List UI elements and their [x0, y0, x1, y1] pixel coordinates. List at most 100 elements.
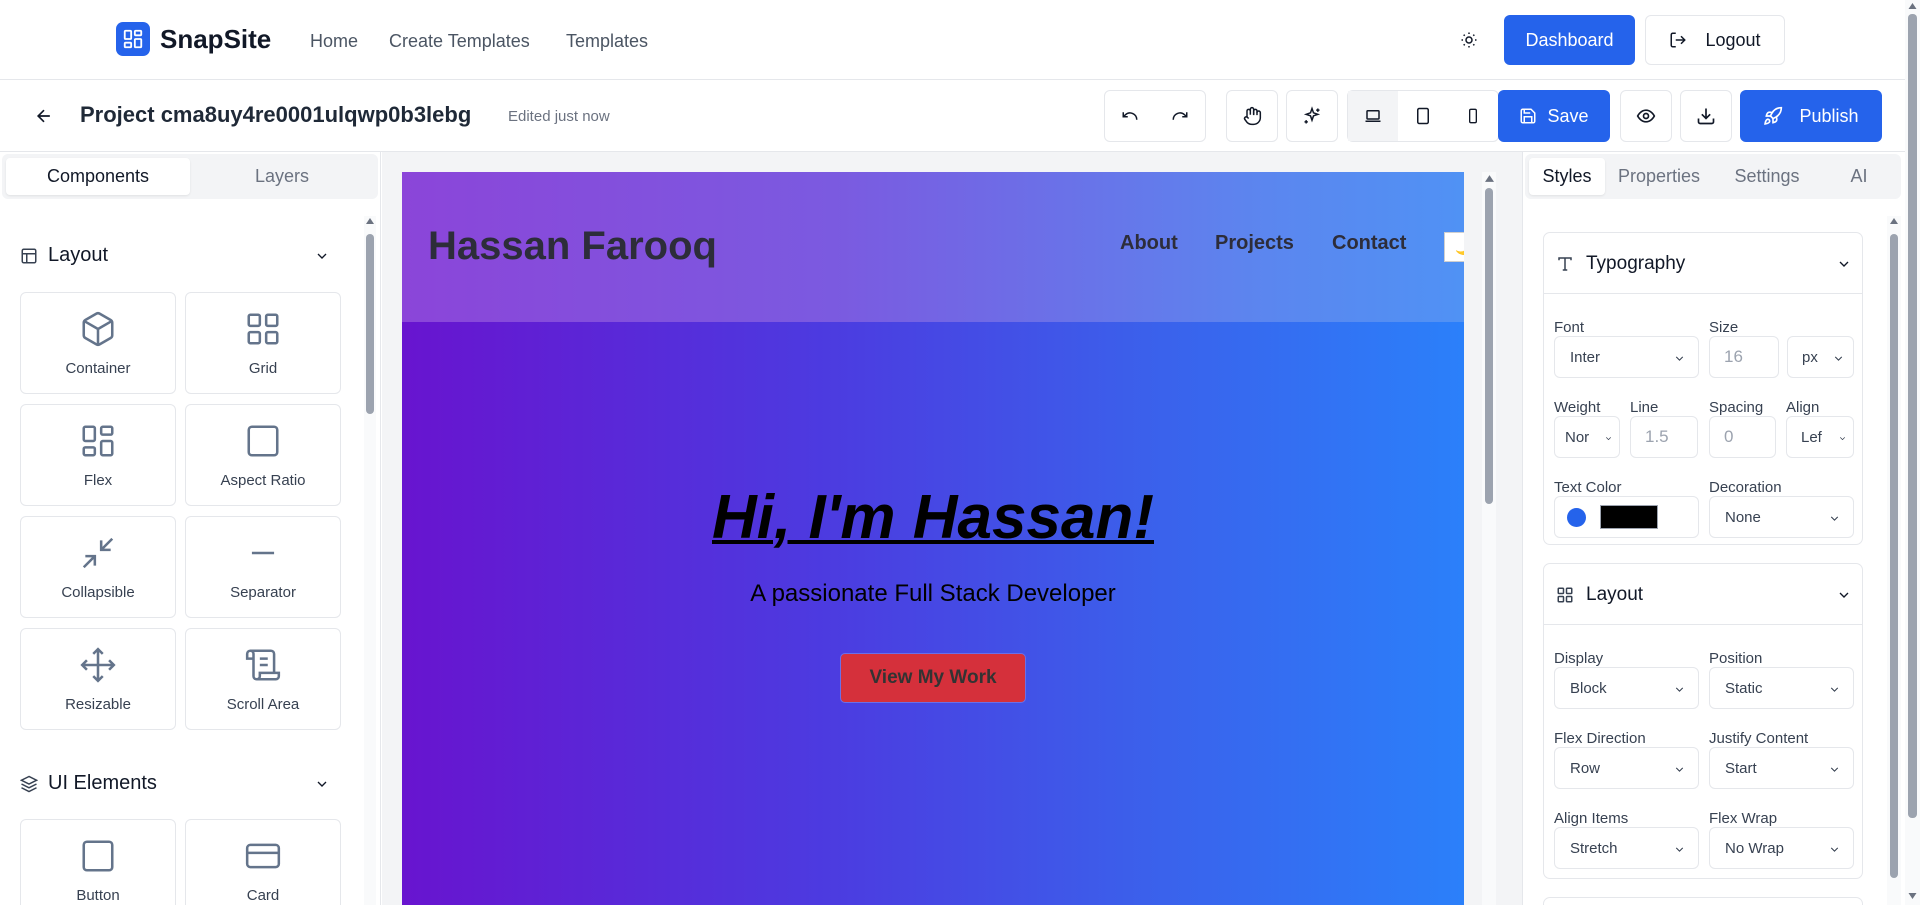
flex-wrap-select[interactable]: No Wrap: [1709, 827, 1854, 869]
app-name[interactable]: SnapSite: [160, 24, 271, 55]
right-scrollbar[interactable]: [1887, 216, 1901, 905]
chevron-down-icon: [1839, 592, 1849, 598]
hero-cta-button[interactable]: View My Work: [840, 653, 1026, 703]
nav-create-templates[interactable]: Create Templates: [389, 31, 530, 52]
ui-elements-section-header[interactable]: UI Elements: [20, 772, 330, 795]
component-grid[interactable]: Grid: [185, 292, 341, 394]
letter-spacing-input[interactable]: 0: [1709, 416, 1776, 458]
sun-icon[interactable]: [1454, 28, 1484, 52]
layout-components-grid: Container Grid Flex Aspect Ratio Collaps…: [20, 292, 341, 730]
flex-direction-select[interactable]: Row: [1554, 747, 1699, 789]
tab-layers[interactable]: Layers: [190, 158, 374, 195]
size-input[interactable]: 16: [1709, 336, 1779, 378]
weight-select[interactable]: Nor: [1554, 416, 1620, 458]
tab-settings[interactable]: Settings: [1713, 158, 1821, 195]
chevron-down-icon: [317, 781, 327, 787]
moon-icon[interactable]: 🌙: [1444, 232, 1464, 262]
component-collapsible[interactable]: Collapsible: [20, 516, 176, 618]
ai-sparkle-button[interactable]: [1286, 90, 1338, 142]
weight-label: Weight: [1554, 399, 1601, 416]
unit-value: px: [1802, 348, 1818, 366]
logout-button[interactable]: Logout: [1645, 15, 1785, 65]
undo-icon[interactable]: [1105, 91, 1155, 141]
display-select[interactable]: Block: [1554, 667, 1699, 709]
component-label: Container: [65, 359, 131, 377]
select-tool-button[interactable]: [1226, 90, 1278, 142]
download-button[interactable]: [1680, 90, 1732, 142]
component-button[interactable]: Button: [20, 819, 176, 905]
canvas-scrollbar-thumb[interactable]: [1485, 188, 1493, 504]
typography-header[interactable]: Typography: [1556, 253, 1849, 275]
tablet-icon[interactable]: [1398, 91, 1448, 141]
hero-subtitle[interactable]: A passionate Full Stack Developer: [402, 580, 1464, 608]
layout-section-header[interactable]: Layout: [20, 244, 330, 267]
left-scrollbar-thumb[interactable]: [366, 234, 374, 414]
tab-styles[interactable]: Styles: [1529, 158, 1605, 195]
component-label: Scroll Area: [226, 695, 300, 713]
align-label: Align: [1786, 399, 1820, 416]
site-nav-projects[interactable]: Projects: [1215, 232, 1294, 255]
save-button[interactable]: Save: [1498, 90, 1610, 142]
component-aspect-ratio[interactable]: Aspect Ratio: [185, 404, 341, 506]
ui-elements-section-title: UI Elements: [48, 772, 157, 794]
component-container[interactable]: Container: [20, 292, 176, 394]
tab-ai[interactable]: AI: [1821, 158, 1897, 195]
tab-properties[interactable]: Properties: [1605, 158, 1713, 195]
components-panel: Components Layers Layout Container Grid …: [0, 152, 381, 905]
decoration-select[interactable]: None: [1709, 496, 1854, 538]
font-select[interactable]: Inter: [1554, 336, 1699, 378]
component-scroll-area[interactable]: Scroll Area: [185, 628, 341, 730]
component-resizable[interactable]: Resizable: [20, 628, 176, 730]
position-select[interactable]: Static: [1709, 667, 1854, 709]
site-nav-about[interactable]: About: [1120, 232, 1178, 255]
redo-icon[interactable]: [1155, 91, 1205, 141]
component-separator[interactable]: Separator: [185, 516, 341, 618]
align-select[interactable]: Lef: [1786, 416, 1854, 458]
layout-header[interactable]: Layout: [1556, 584, 1849, 606]
hero-title[interactable]: Hi, I'm Hassan!: [402, 482, 1464, 553]
page-scrollbar[interactable]: [1905, 0, 1920, 905]
text-color-picker[interactable]: [1554, 496, 1699, 538]
laptop-icon[interactable]: [1348, 91, 1398, 141]
flex-direction-value: Row: [1570, 759, 1601, 777]
line-height-input[interactable]: 1.5: [1630, 416, 1698, 458]
site-header[interactable]: Hassan Farooq About Projects Contact 🌙: [402, 172, 1464, 322]
site-preview[interactable]: Hassan Farooq About Projects Contact 🌙 H…: [402, 172, 1464, 905]
nav-templates[interactable]: Templates: [566, 31, 648, 52]
unit-select[interactable]: px: [1787, 336, 1854, 378]
site-nav-contact[interactable]: Contact: [1332, 232, 1406, 255]
hand-pointer-icon: [1227, 91, 1277, 141]
back-arrow-icon[interactable]: [30, 104, 58, 128]
canvas-scrollbar[interactable]: [1482, 172, 1496, 905]
spacing-label: Spacing: [1709, 399, 1764, 416]
preview-button[interactable]: [1620, 90, 1672, 142]
dashboard-button[interactable]: Dashboard: [1504, 15, 1635, 65]
left-scrollbar[interactable]: [364, 216, 376, 905]
component-flex[interactable]: Flex: [20, 404, 176, 506]
color-dot-icon[interactable]: [1567, 507, 1586, 527]
decoration-label: Decoration: [1709, 479, 1782, 496]
color-swatch[interactable]: [1600, 505, 1658, 529]
card-icon: [245, 843, 281, 868]
align-items-select[interactable]: Stretch: [1554, 827, 1699, 869]
sparkles-icon: [1287, 91, 1337, 141]
smartphone-icon[interactable]: [1448, 91, 1498, 141]
right-scrollbar-thumb[interactable]: [1890, 234, 1898, 878]
tab-components[interactable]: Components: [6, 158, 190, 195]
text-color-label: Text Color: [1554, 479, 1622, 496]
font-label: Font: [1554, 319, 1585, 336]
hero-section[interactable]: Hi, I'm Hassan! A passionate Full Stack …: [402, 322, 1464, 905]
page-scrollbar-thumb[interactable]: [1908, 14, 1917, 818]
publish-button[interactable]: Publish: [1740, 90, 1882, 142]
nav-home[interactable]: Home: [310, 31, 358, 52]
editor-toolbar: Project cma8uy4re0001ulqwp0b3lebg Edited…: [0, 80, 1905, 152]
logo-icon[interactable]: [116, 22, 150, 56]
typography-card: Typography Font Inter Size 16 px Weight …: [1543, 232, 1863, 545]
chevron-down-icon: [1605, 437, 1612, 441]
component-card[interactable]: Card: [185, 819, 341, 905]
dashboard-label: Dashboard: [1525, 29, 1614, 50]
justify-content-select[interactable]: Start: [1709, 747, 1854, 789]
divider: [1544, 624, 1862, 625]
site-name[interactable]: Hassan Farooq: [428, 224, 717, 269]
move-icon: [80, 646, 116, 683]
